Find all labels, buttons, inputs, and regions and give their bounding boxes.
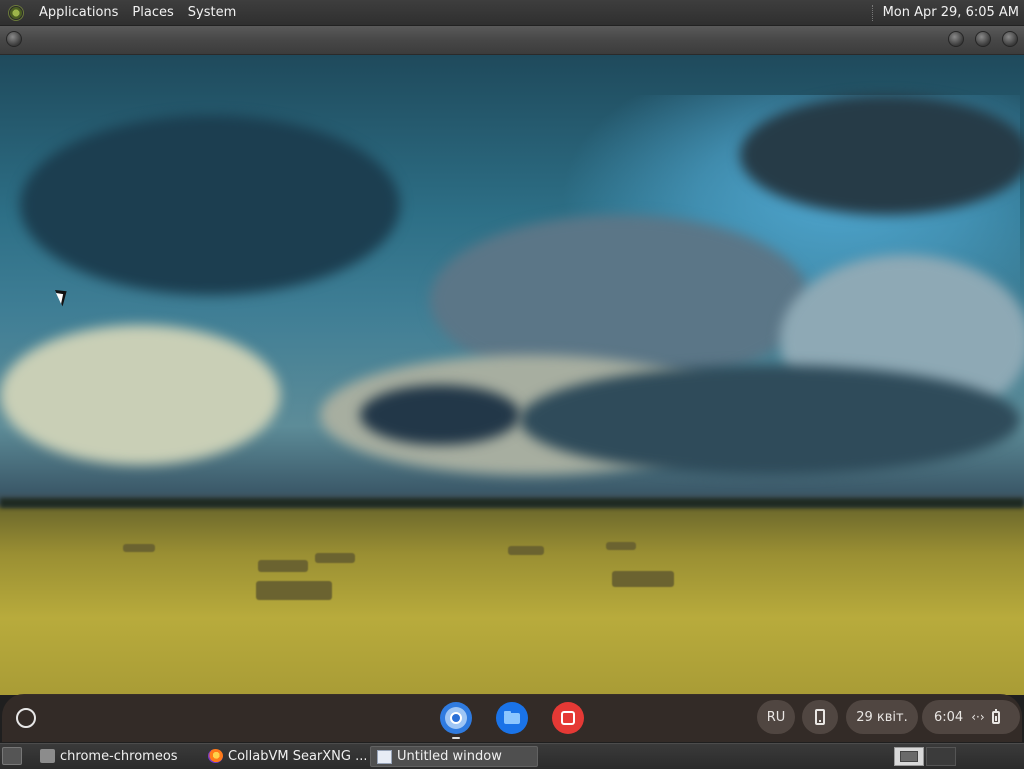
screenshot-frame-icon <box>561 711 575 725</box>
desktop-wallpaper[interactable] <box>0 55 1024 695</box>
network-arrows-icon: ‹·› <box>971 710 985 724</box>
window-icon <box>377 750 392 764</box>
task-label: CollabVM SearXNG ... <box>228 749 366 764</box>
workspace-switcher-1[interactable] <box>894 747 924 766</box>
cloud <box>20 115 400 295</box>
chrome-icon-core <box>450 712 462 724</box>
workspace-switcher-2[interactable] <box>926 747 956 766</box>
phone-hub-button[interactable] <box>802 700 838 734</box>
folder-icon <box>504 713 520 724</box>
bottom-taskbar: chrome-chromeos CollabVM SearXNG ... Unt… <box>0 743 1024 769</box>
hay-bale <box>256 581 332 600</box>
cloud <box>740 95 1024 215</box>
hay-bale <box>508 546 544 555</box>
running-indicator <box>452 737 460 739</box>
workspace-window-thumb <box>900 751 918 762</box>
taskbar-item-chrome-chromeos[interactable]: chrome-chromeos <box>34 746 196 767</box>
date-tray-button[interactable]: 29 квіт. <box>846 700 918 734</box>
distro-logo-icon[interactable] <box>8 4 24 21</box>
status-tray-button[interactable]: 6:04 ‹·› <box>922 700 1020 734</box>
input-method-button[interactable]: RU <box>757 700 795 734</box>
firefox-icon <box>208 749 223 763</box>
task-label: chrome-chromeos <box>60 749 178 764</box>
cloud <box>360 385 520 445</box>
top-panel: Applications Places System Mon Apr 29, 6… <box>0 0 1024 26</box>
cloud <box>0 325 280 465</box>
applications-menu[interactable]: Applications <box>32 5 125 20</box>
cloud <box>520 365 1020 475</box>
system-menu[interactable]: System <box>181 5 243 20</box>
treeline <box>0 498 1024 508</box>
hay-bale <box>612 571 674 587</box>
chrome-icon[interactable] <box>440 702 472 734</box>
maximize-button[interactable] <box>975 31 991 47</box>
shelf-time: 6:04 <box>934 709 964 725</box>
battery-icon <box>991 708 1000 724</box>
launcher-button[interactable] <box>16 708 36 728</box>
close-button[interactable] <box>1002 31 1018 47</box>
hay-bale <box>606 542 636 550</box>
panel-clock[interactable]: Mon Apr 29, 6:05 AM <box>883 5 1024 20</box>
minimize-button[interactable] <box>948 31 964 47</box>
hay-bale <box>258 560 308 572</box>
taskbar-item-untitled-window[interactable]: Untitled window <box>370 746 538 767</box>
panel-separator <box>871 4 875 21</box>
taskbar-item-collabvm-searxng[interactable]: CollabVM SearXNG ... <box>202 746 366 767</box>
window-titlebar[interactable] <box>0 26 1024 55</box>
places-menu[interactable]: Places <box>125 5 180 20</box>
chromeos-shelf: RU 29 квіт. 6:04 ‹·› <box>2 694 1022 742</box>
folder-icon <box>40 749 55 763</box>
phone-icon <box>815 709 825 725</box>
input-method-label: RU <box>766 709 786 725</box>
hay-bale <box>315 553 355 563</box>
window-menu-button[interactable] <box>6 31 22 47</box>
hay-bale <box>123 544 155 552</box>
task-label: Untitled window <box>397 749 502 764</box>
show-desktop-button[interactable] <box>2 747 22 765</box>
shelf-date: 29 квіт. <box>856 709 908 725</box>
files-app-icon[interactable] <box>496 702 528 734</box>
screenshot-app-icon[interactable] <box>552 702 584 734</box>
